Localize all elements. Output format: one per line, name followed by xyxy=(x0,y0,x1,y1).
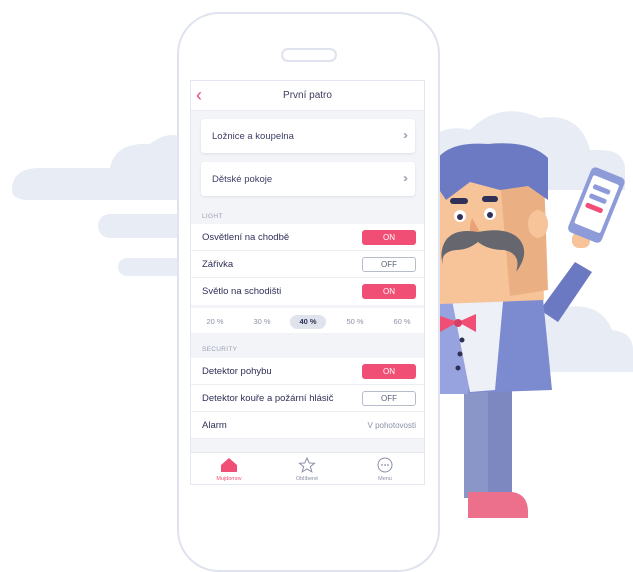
room-card-detske[interactable]: Dětské pokoje ›› xyxy=(201,162,415,196)
toggle-button[interactable]: ON xyxy=(362,284,416,299)
room-card-label: Ložnice a koupelna xyxy=(212,131,294,142)
tab-oblibene[interactable]: Oblíbené xyxy=(277,455,337,484)
row-label: Detektor pohybu xyxy=(202,366,272,377)
more-icon xyxy=(377,457,393,473)
security-row-kour: Detektor kouře a požární hlásič OFF xyxy=(191,385,424,412)
section-label-light: LIGHT xyxy=(202,213,223,220)
tab-menu[interactable]: Menu xyxy=(355,455,415,484)
tab-bar: Mujdomov Oblíbené Menu xyxy=(191,452,424,484)
level-option[interactable]: 20 % xyxy=(197,315,233,329)
tab-label: Menu xyxy=(378,476,392,482)
row-label: Osvětlení na chodbě xyxy=(202,232,290,243)
toggle-button[interactable]: OFF xyxy=(362,257,416,272)
app-screen: ‹ První patro Ložnice a koupelna ›› Děts… xyxy=(190,80,425,485)
row-label: Detektor kouře a požární hlásič xyxy=(202,393,334,404)
row-label: Zářivka xyxy=(202,259,234,270)
double-chevron-right-icon: ›› xyxy=(403,128,408,142)
home-icon xyxy=(221,458,237,472)
light-row-schodiste: Světlo na schodišti ON xyxy=(191,278,424,305)
room-card-loznice[interactable]: Ložnice a koupelna ›› xyxy=(201,119,415,153)
section-label-security: SECURITY xyxy=(202,346,238,353)
brightness-selector: 20 % 30 % 40 % 50 % 60 % xyxy=(191,308,424,333)
level-option[interactable]: 60 % xyxy=(384,315,420,329)
light-row-chodba: Osvětlení na chodbě ON xyxy=(191,224,424,251)
security-row-alarm[interactable]: Alarm V pohotovosti xyxy=(191,412,424,439)
level-option[interactable]: 50 % xyxy=(337,315,373,329)
toggle-button[interactable]: ON xyxy=(362,230,416,245)
row-label: Světlo na schodišti xyxy=(202,286,282,297)
security-row-pohyb: Detektor pohybu ON xyxy=(191,358,424,385)
toggle-button[interactable]: ON xyxy=(362,364,416,379)
double-chevron-right-icon: ›› xyxy=(403,171,408,185)
top-bar: ‹ První patro xyxy=(191,81,424,111)
row-label: Alarm xyxy=(202,420,227,431)
room-card-label: Dětské pokoje xyxy=(212,174,273,185)
alarm-status: V pohotovosti xyxy=(367,421,416,430)
light-row-zarivka: Zářivka OFF xyxy=(191,251,424,278)
tab-mujdomov[interactable]: Mujdomov xyxy=(199,455,259,484)
toggle-button[interactable]: OFF xyxy=(362,391,416,406)
star-icon xyxy=(298,457,316,473)
tab-label: Oblíbené xyxy=(295,476,319,482)
phone-speaker xyxy=(281,48,337,62)
tab-label: Mujdomov xyxy=(216,476,242,482)
page-title: První patro xyxy=(283,90,332,101)
level-option[interactable]: 30 % xyxy=(244,315,280,329)
level-option-selected[interactable]: 40 % xyxy=(290,315,326,329)
